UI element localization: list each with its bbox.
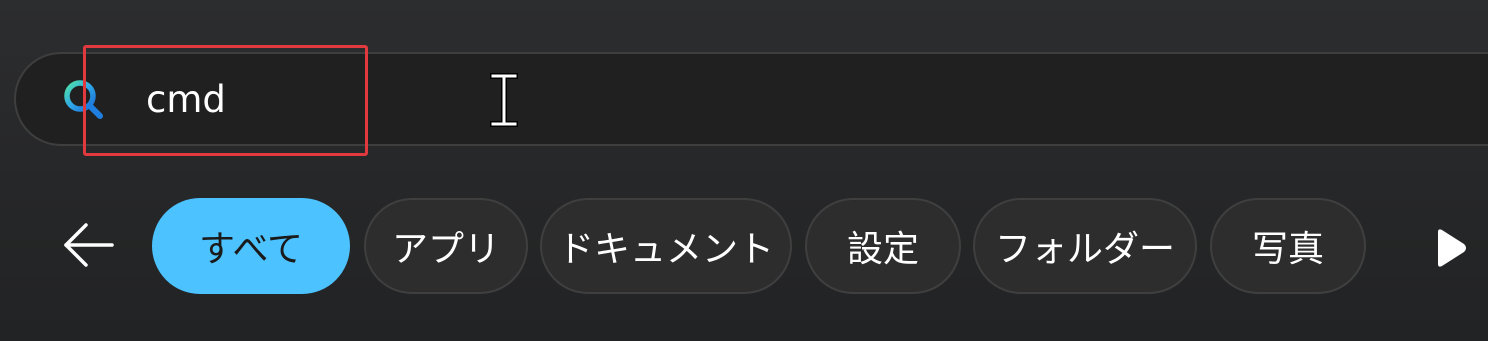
search-icon bbox=[64, 80, 103, 119]
filter-chip-folders[interactable]: フォルダー bbox=[973, 198, 1197, 294]
filter-chip-settings[interactable]: 設定 bbox=[805, 198, 961, 294]
filter-chip-all[interactable]: すべて bbox=[152, 198, 350, 294]
back-arrow-icon[interactable] bbox=[58, 218, 118, 272]
text-cursor-icon bbox=[490, 73, 518, 127]
search-input[interactable] bbox=[146, 74, 746, 126]
filter-chip-documents[interactable]: ドキュメント bbox=[540, 198, 792, 294]
filter-chip-photos[interactable]: 写真 bbox=[1210, 198, 1366, 294]
chevron-right-icon[interactable] bbox=[1430, 226, 1470, 270]
filter-chip-apps[interactable]: アプリ bbox=[364, 198, 528, 294]
search-box[interactable] bbox=[14, 52, 1488, 146]
